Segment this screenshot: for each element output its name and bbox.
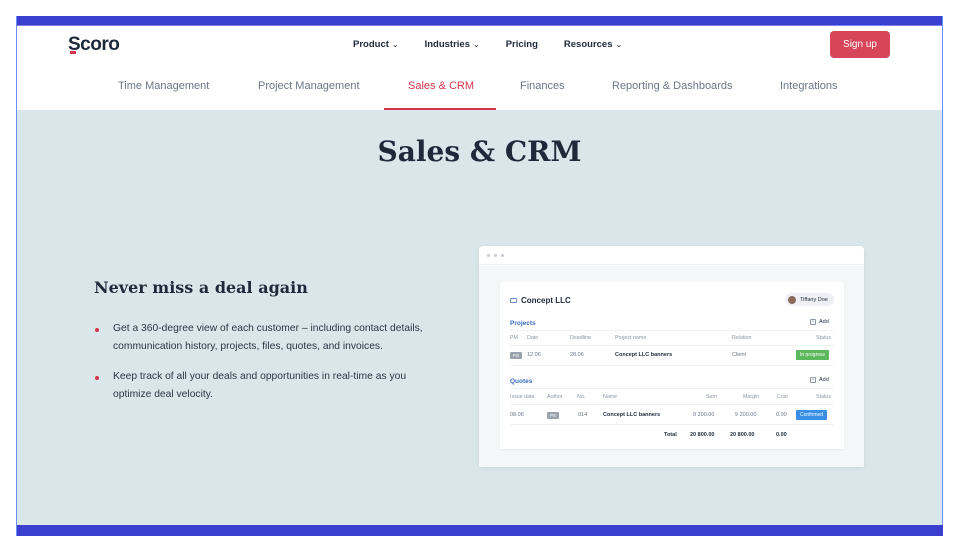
cell-date: 12.06 (527, 352, 541, 358)
user-chip: Tiffany Doe (785, 293, 834, 306)
col-date: Date (527, 335, 539, 341)
col-relation: Relation (732, 335, 752, 341)
hero-section: Sales & CRM Never miss a deal again Get … (17, 110, 942, 525)
cell-deadline: 28.06 (570, 352, 584, 358)
col-status: Status (816, 335, 832, 341)
chevron-down-icon: ⌄ (391, 40, 399, 49)
nav-resources-label: Resources (563, 39, 613, 50)
divider (510, 424, 834, 425)
tab-integrations[interactable]: Integrations (780, 80, 837, 92)
divider (510, 404, 834, 405)
col-pm: PM (510, 335, 518, 341)
frame-top-bar (17, 16, 943, 25)
cell-project-name: Concept LLC banners (615, 352, 673, 358)
client-card: Concept LLC Tiffany Doe Projects + Add P… (500, 282, 844, 449)
nav-product[interactable]: Product ⌄ (353, 39, 399, 50)
total-margin: 20 800.00 (730, 432, 755, 438)
cell-relation: Client (732, 352, 747, 358)
pm-badge: PS (510, 352, 523, 359)
col-project-name: Project name (615, 335, 647, 341)
site-header: Scoro Product ⌄ Industries ⌄ Pricing Res… (17, 26, 942, 66)
nav-resources[interactable]: Resources ⌄ (564, 39, 622, 50)
quotes-title: Quotes (510, 378, 533, 385)
divider (510, 345, 834, 346)
cell-margin: 9 200.00 (735, 412, 757, 418)
tab-reporting-dashboards[interactable]: Reporting & Dashboards (612, 80, 732, 92)
plus-icon: + (810, 377, 816, 383)
col-name: Name (603, 394, 618, 400)
total-cost: 0.00 (776, 432, 787, 438)
cell-no: 014 (578, 412, 588, 418)
user-name: Tiffany Doe (800, 296, 828, 303)
projects-add-button: + Add (810, 319, 829, 325)
projects-title: Projects (510, 320, 536, 327)
page: Scoro Product ⌄ Industries ⌄ Pricing Res… (17, 26, 942, 525)
frame-right-edge (942, 16, 943, 536)
col-deadline: Deadline (570, 335, 591, 341)
author-badge: PS (547, 412, 560, 419)
nav-industries[interactable]: Industries ⌄ (425, 39, 480, 50)
tab-project-management[interactable]: Project Management (258, 80, 360, 92)
mockup-body: Concept LLC Tiffany Doe Projects + Add P… (479, 266, 864, 467)
total-label: Total (664, 432, 677, 438)
tab-finances[interactable]: Finances (520, 80, 565, 92)
col-sum: Sum (706, 394, 717, 400)
feature-title: Never miss a deal again (94, 278, 308, 297)
scoro-logo[interactable]: Scoro (68, 34, 120, 56)
tab-time-management[interactable]: Time Management (118, 80, 209, 92)
window-dot-icon (487, 254, 490, 257)
feature-bullets: Get a 360-degree view of each customer –… (94, 320, 424, 416)
plus-icon: + (810, 319, 816, 325)
window-dot-icon (494, 254, 497, 257)
nav-industries-label: Industries (424, 39, 470, 50)
window-title-bar (479, 246, 864, 265)
crm-mockup-window: Concept LLC Tiffany Doe Projects + Add P… (479, 246, 864, 467)
folder-icon (510, 298, 517, 303)
main-nav: Product ⌄ Industries ⌄ Pricing Resources… (353, 39, 622, 50)
nav-pricing-label: Pricing (505, 39, 538, 50)
divider (510, 365, 834, 366)
col-margin: Margin (743, 394, 760, 400)
col-author: Author (547, 394, 563, 400)
tab-sales-crm[interactable]: Sales & CRM (408, 80, 474, 92)
col-issue-date: Issue date (510, 394, 535, 400)
divider (510, 388, 834, 389)
divider (510, 330, 834, 331)
status-badge: In progress (796, 350, 830, 360)
company-name: Concept LLC (521, 296, 571, 305)
chevron-down-icon: ⌄ (473, 40, 480, 49)
col-status: Status (816, 394, 832, 400)
col-cost: Cost (777, 394, 788, 400)
feature-bullet: Keep track of all your deals and opportu… (94, 368, 424, 404)
product-tabs: Time Management Project Management Sales… (17, 72, 942, 110)
nav-pricing[interactable]: Pricing (506, 39, 538, 50)
signup-button[interactable]: Sign up (830, 31, 890, 58)
add-label: Add (819, 377, 829, 383)
chevron-down-icon: ⌄ (615, 40, 623, 49)
status-badge: Confirmed (796, 410, 828, 420)
feature-bullet: Get a 360-degree view of each customer –… (94, 320, 424, 356)
quotes-add-button: + Add (810, 377, 829, 383)
add-label: Add (819, 319, 829, 325)
cell-issue-date: 08.06 (510, 412, 524, 418)
frame-bottom-bar (17, 525, 943, 536)
page-title: Sales & CRM (377, 135, 582, 168)
nav-product-label: Product (353, 39, 389, 50)
total-sum: 20 800.00 (690, 432, 715, 438)
avatar (788, 295, 796, 304)
cell-sum: 9 200.00 (693, 412, 715, 418)
cell-cost: 0.00 (776, 412, 787, 418)
cell-name: Concept LLC banners (603, 412, 661, 418)
company-heading: Concept LLC (510, 296, 571, 305)
col-no: No. (577, 394, 586, 400)
window-dot-icon (501, 254, 504, 257)
